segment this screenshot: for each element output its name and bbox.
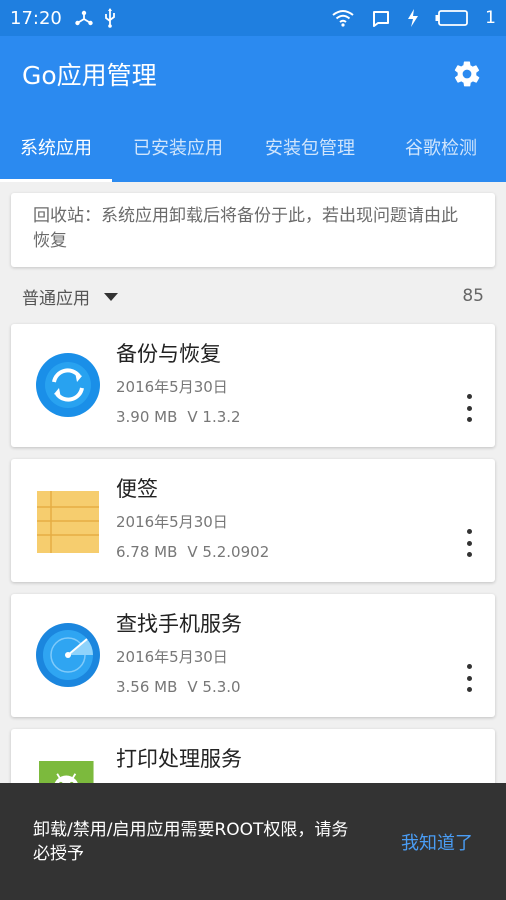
backup-restore-icon (36, 353, 100, 417)
snackbar-action-button[interactable]: 我知道了 (401, 829, 473, 855)
snackbar-message: 卸载/禁用/启用应用需要ROOT权限，请务必授予 (33, 819, 349, 864)
tab-google-check[interactable]: 谷歌检测 (376, 112, 506, 182)
notepad-icon (37, 491, 99, 553)
app-size: 3.56 MB (116, 678, 178, 696)
more-options-icon[interactable] (459, 664, 479, 692)
app-meta: 3.56 MB V 5.3.0 (116, 678, 241, 696)
category-label: 普通应用 (22, 288, 90, 309)
app-version: V 1.3.2 (187, 408, 241, 426)
app-count: 85 (462, 286, 484, 306)
app-version: V 5.3.0 (187, 678, 241, 696)
app-category-dropdown[interactable]: 普通应用 85 (0, 280, 506, 312)
app-date: 2016年5月30日 (116, 648, 228, 666)
radar-icon (36, 623, 100, 687)
recycle-bin-card[interactable]: 回收站：系统应用卸载后将备份于此，若出现问题请由此恢复 (11, 193, 495, 267)
app-date: 2016年5月30日 (116, 378, 228, 396)
battery-icon (435, 9, 469, 27)
tab-bar: 系统应用 已安装应用 安装包管理 谷歌检测 (0, 112, 506, 182)
snackbar: 卸载/禁用/启用应用需要ROOT权限，请务必授予 我知道了 (0, 783, 506, 900)
app-date: 2016年5月30日 (116, 513, 228, 531)
app-size: 3.90 MB (116, 408, 178, 426)
app-title: Go应用管理 (22, 61, 157, 90)
message-icon (371, 9, 391, 27)
app-card-find-phone[interactable]: 查找手机服务 2016年5月30日 3.56 MB V 5.3.0 (11, 594, 495, 717)
status-bar: 17:20 1 (0, 0, 506, 36)
usb-icon (102, 8, 118, 28)
app-name: 备份与恢复 (116, 342, 221, 366)
app-card-backup[interactable]: 备份与恢复 2016年5月30日 3.90 MB V 1.3.2 (11, 324, 495, 447)
app-card-notepad[interactable]: 便签 2016年5月30日 6.78 MB V 5.2.0902 (11, 459, 495, 582)
tab-package-manager[interactable]: 安装包管理 (244, 112, 376, 182)
app-bar: Go应用管理 (0, 36, 506, 112)
app-version: V 5.2.0902 (187, 543, 270, 561)
wifi-icon (331, 9, 355, 27)
more-options-icon[interactable] (459, 394, 479, 422)
battery-level: 1 (485, 8, 496, 28)
chevron-down-icon (104, 293, 118, 301)
app-name: 便签 (116, 477, 158, 501)
app-name: 打印处理服务 (116, 747, 242, 771)
share-icon (74, 9, 94, 27)
app-meta: 6.78 MB V 5.2.0902 (116, 543, 269, 561)
more-options-icon[interactable] (459, 529, 479, 557)
app-size: 6.78 MB (116, 543, 178, 561)
charging-icon (407, 9, 419, 27)
app-meta: 3.90 MB V 1.3.2 (116, 408, 241, 426)
tab-system-apps[interactable]: 系统应用 (0, 112, 112, 182)
tab-installed-apps[interactable]: 已安装应用 (112, 112, 244, 182)
app-name: 查找手机服务 (116, 612, 242, 636)
status-time: 17:20 (10, 7, 62, 29)
gear-icon[interactable] (450, 57, 484, 91)
